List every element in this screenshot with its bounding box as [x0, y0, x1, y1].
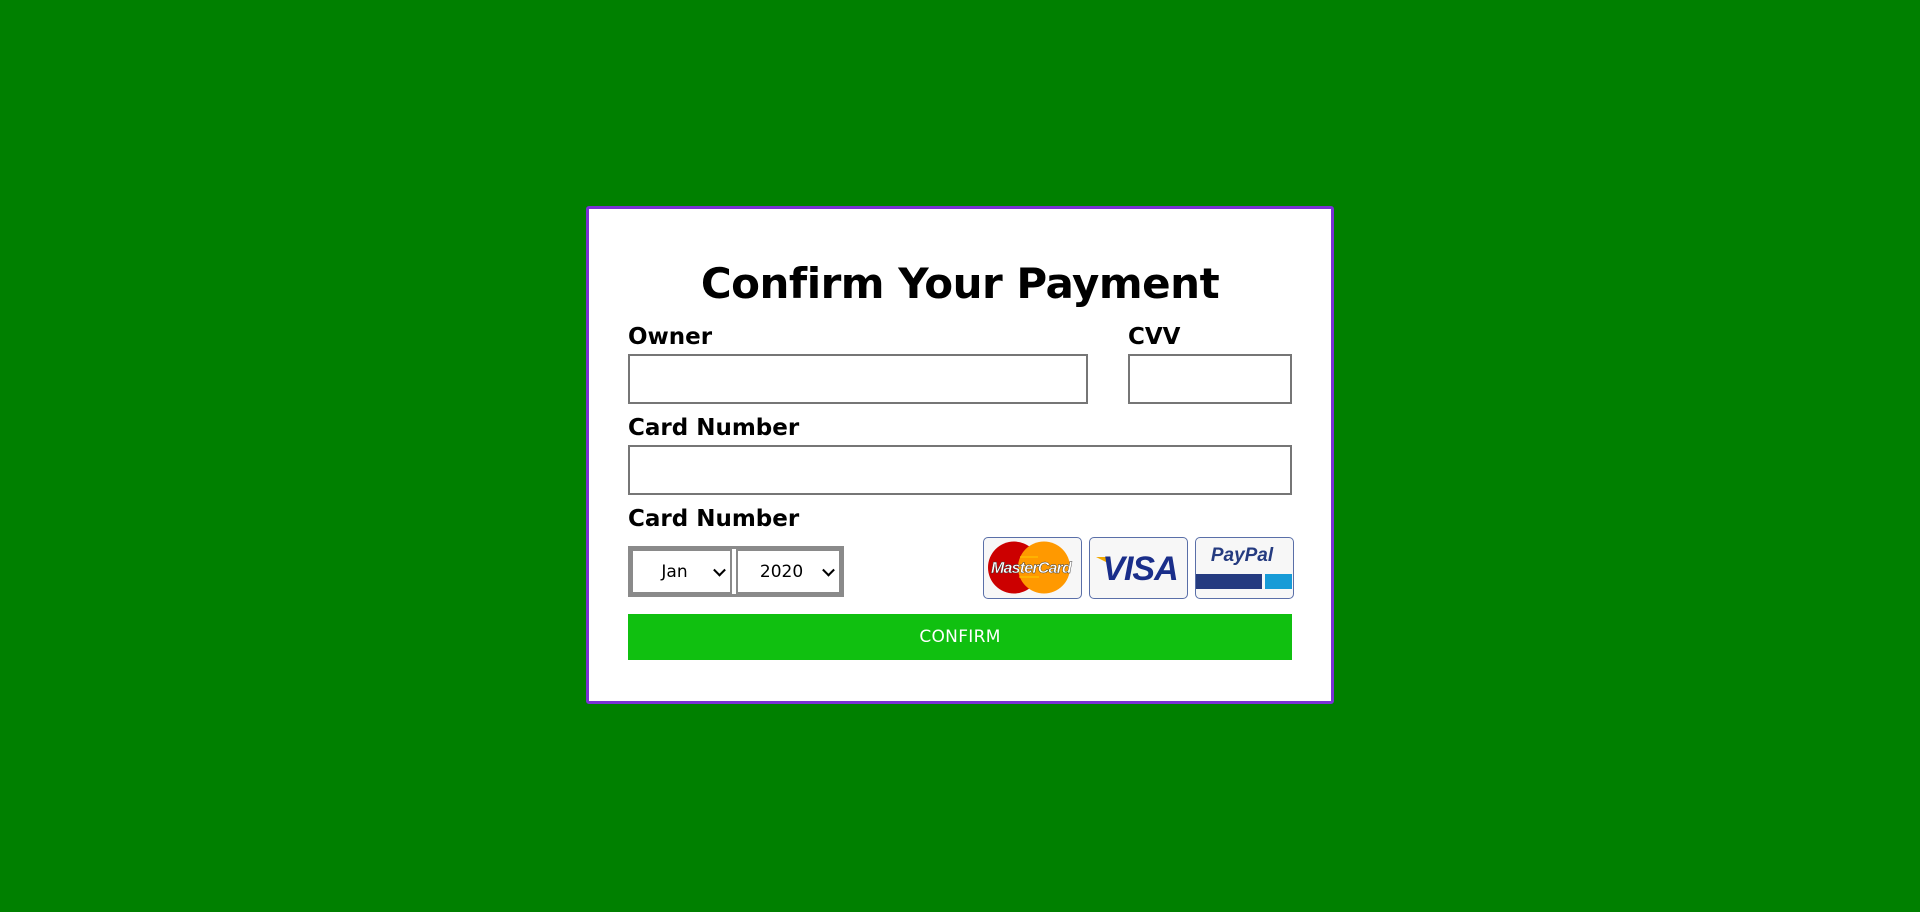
mastercard-logo: MasterCard [983, 537, 1082, 599]
paypal-logo: PayPal [1195, 537, 1294, 599]
visa-text: VISA [1102, 550, 1177, 588]
payment-card: Confirm Your Payment Owner CVV Card Numb… [586, 206, 1334, 704]
mastercard-text: MasterCard [991, 560, 1073, 577]
chevron-down-icon [713, 563, 726, 577]
year-select[interactable]: 2020 [736, 549, 841, 594]
card-number-label: Card Number [628, 415, 800, 441]
payment-logos: MasterCard VISA PayPal [983, 537, 1294, 599]
expiry-selects: Jan 2020 [628, 546, 844, 597]
visa-icon: VISA [1096, 550, 1179, 588]
chevron-down-icon [822, 563, 835, 577]
cvv-input[interactable] [1128, 354, 1292, 404]
paypal-text: PayPal [1211, 545, 1274, 566]
visa-logo: VISA [1089, 537, 1188, 599]
owner-input[interactable] [628, 354, 1088, 404]
expiry-label: Card Number [628, 506, 800, 532]
confirm-button[interactable]: CONFIRM [628, 614, 1292, 660]
page-title: Confirm Your Payment [700, 259, 1220, 308]
year-select-value: 2020 [759, 561, 804, 582]
owner-label: Owner [628, 324, 713, 350]
card-number-input[interactable] [628, 445, 1292, 495]
paypal-icon: PayPal [1196, 545, 1292, 589]
month-select-value: Jan [661, 561, 688, 582]
cvv-label: CVV [1128, 324, 1181, 350]
month-select[interactable]: Jan [631, 549, 733, 594]
mastercard-icon: MasterCard [988, 541, 1074, 594]
